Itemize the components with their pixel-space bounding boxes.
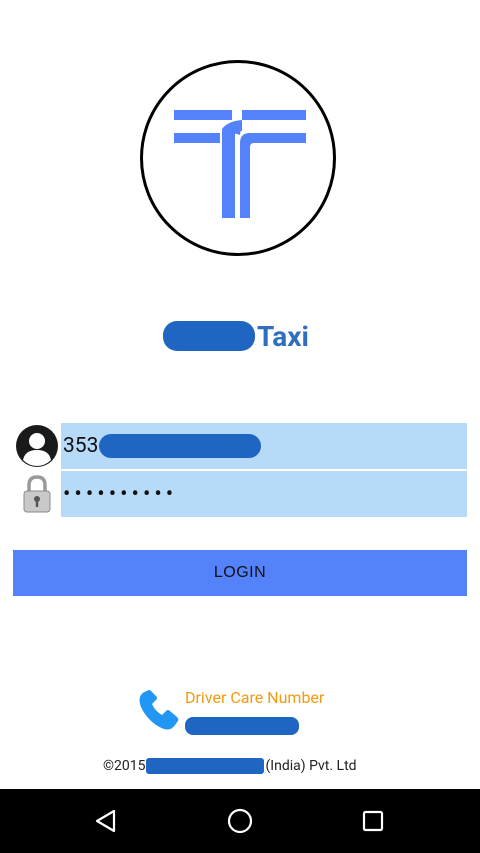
driver-care-section: Driver Care Number — [137, 686, 377, 736]
redacted-care-number[interactable] — [185, 717, 299, 735]
phone-field-row: 353 — [13, 423, 467, 469]
phone-icon[interactable] — [137, 688, 181, 732]
home-icon[interactable] — [208, 789, 272, 853]
password-input-value: •••••••••• — [63, 481, 178, 507]
copyright-prefix: ©2015 — [103, 758, 146, 774]
driver-care-label: Driver Care Number — [185, 688, 325, 707]
app-title-text: Taxi — [257, 319, 309, 353]
redacted-app-name — [163, 321, 255, 351]
copyright-suffix: (India) Pvt. Ltd — [265, 758, 357, 774]
back-icon[interactable] — [74, 789, 138, 853]
phone-input-value: 353 — [63, 434, 99, 458]
password-input[interactable]: •••••••••• — [61, 471, 467, 517]
password-field-row: •••••••••• — [13, 471, 467, 517]
redacted-company-name — [146, 758, 265, 774]
login-button[interactable]: LOGIN — [13, 550, 467, 596]
recents-icon[interactable] — [341, 789, 405, 853]
redacted-phone-number — [99, 434, 262, 458]
user-avatar-icon — [13, 423, 61, 469]
taxi-logo-icon — [174, 110, 306, 218]
system-navigation-bar — [0, 789, 480, 853]
lock-icon — [13, 471, 61, 517]
app-title: Taxi — [163, 316, 343, 356]
copyright-footer: ©2015 (India) Pvt. Ltd — [103, 758, 357, 774]
phone-input[interactable]: 353 — [61, 423, 467, 469]
